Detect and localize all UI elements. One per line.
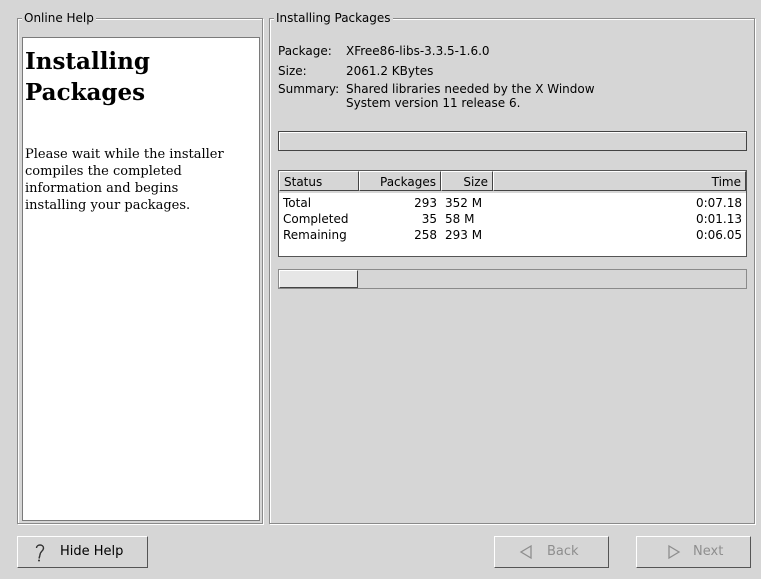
total-progress-fill <box>279 270 359 288</box>
summary-value: Shared libraries needed by the X Window S… <box>346 82 595 110</box>
installing-packages-frame: Installing Packages Package: XFree86-libs… <box>269 11 755 524</box>
package-value: XFree86-libs-3.3.5-1.6.0 <box>346 44 490 58</box>
installing-packages-frame-title: Installing Packages <box>274 11 393 25</box>
summary-line2: System version 11 release 6. <box>346 96 521 110</box>
package-row: Package: XFree86-libs-3.3.5-1.6.0 <box>278 44 490 58</box>
cell-size: 293 M <box>445 228 483 242</box>
cell-time: 0:06.05 <box>695 228 742 242</box>
cell-time: 0:01.13 <box>695 212 742 226</box>
summary-line1: Shared libraries needed by the X Window <box>346 82 595 96</box>
back-button[interactable]: Back <box>494 536 609 568</box>
table-row: Completed 35 58 M 0:01.13 <box>279 211 746 227</box>
summary-label: Summary: <box>278 82 340 96</box>
column-header-time[interactable]: Time <box>493 171 746 191</box>
progress-table: Status Packages Size Time Total 293 352 … <box>278 170 747 257</box>
cell-status: Remaining <box>283 228 347 242</box>
back-label: Back <box>547 544 579 559</box>
table-header-row: Status Packages Size Time <box>279 171 746 193</box>
size-row: Size: 2061.2 KBytes <box>278 64 433 78</box>
hide-help-button[interactable]: Hide Help <box>17 536 148 568</box>
cell-time: 0:07.18 <box>695 196 742 210</box>
cell-size: 352 M <box>445 196 483 210</box>
question-icon <box>34 537 46 579</box>
cell-packages: 258 <box>414 228 437 242</box>
help-title-line2: Packages <box>25 79 146 106</box>
help-body-text: Please wait while the installer compiles… <box>25 147 224 213</box>
total-progress-bar <box>278 269 747 289</box>
table-row: Total 293 352 M 0:07.18 <box>279 195 746 211</box>
help-title-line1: Installing <box>25 48 150 75</box>
triangle-left-icon <box>519 537 533 579</box>
help-title: Installing Packages <box>25 46 225 108</box>
column-header-status[interactable]: Status <box>279 171 359 191</box>
table-row: Remaining 258 293 M 0:06.05 <box>279 227 746 243</box>
help-panel <box>22 37 260 521</box>
summary-row: Summary: Shared libraries needed by the X… <box>278 82 595 110</box>
online-help-frame-title: Online Help <box>22 11 96 25</box>
hide-help-label: Hide Help <box>60 544 124 559</box>
column-header-packages[interactable]: Packages <box>359 171 441 191</box>
cell-size: 58 M <box>445 212 475 226</box>
package-label: Package: <box>278 44 332 58</box>
size-value: 2061.2 KBytes <box>346 64 434 78</box>
cell-packages: 293 <box>414 196 437 210</box>
column-header-size[interactable]: Size <box>441 171 493 191</box>
next-label: Next <box>693 544 724 559</box>
size-label: Size: <box>278 64 307 78</box>
package-progress-bar <box>278 131 747 151</box>
cell-status: Completed <box>283 212 349 226</box>
cell-packages: 35 <box>421 212 437 226</box>
triangle-right-icon <box>667 537 681 579</box>
next-button[interactable]: Next <box>636 536 751 568</box>
cell-status: Total <box>283 196 312 210</box>
